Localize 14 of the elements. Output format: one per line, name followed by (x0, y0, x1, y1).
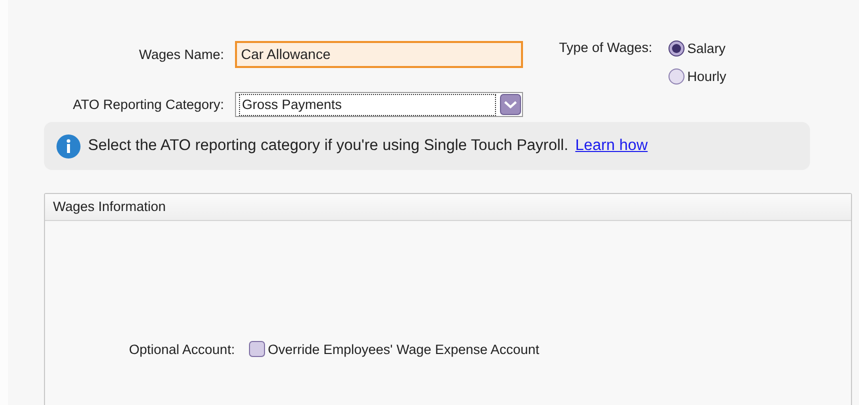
info-icon (56, 134, 81, 158)
category-dropdown[interactable]: Gross Payments (235, 92, 523, 118)
override-checkbox[interactable]: Override Employees' Wage Expense Account (248, 341, 540, 357)
field-label: ATO Reporting Category: (72, 97, 224, 112)
radio-option[interactable]: Hourly (668, 68, 726, 85)
radio-option[interactable]: Salary (668, 40, 726, 57)
panel-title: Wages Information (45, 194, 851, 221)
field-label: Wages Name: (138, 46, 224, 62)
info-text: Select the ATO reporting category if you're using Single Touch Payroll. (88, 137, 568, 155)
field-label: Type of Wages: (559, 40, 652, 55)
field-label: Optional Account: (129, 342, 235, 356)
caret-icon (500, 94, 521, 116)
learn-how-link[interactable]: Learn how (575, 137, 648, 155)
wages-name-field[interactable]: Car Allowance (235, 40, 523, 68)
